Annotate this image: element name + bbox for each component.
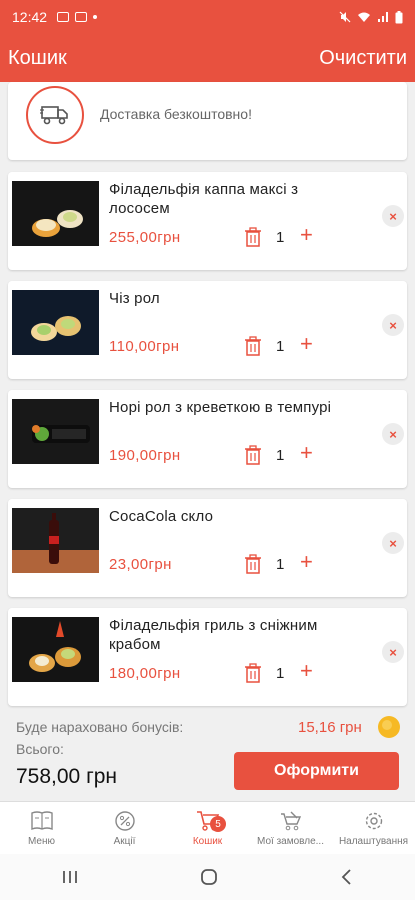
system-nav-bar (0, 854, 415, 900)
item-price: 190,00грн (109, 447, 181, 464)
remove-item-button[interactable]: × (382, 314, 404, 336)
home-icon[interactable] (200, 868, 218, 886)
settings-icon (365, 812, 382, 830)
nav-label: Кошик (192, 836, 223, 847)
item-price: 23,00грн (109, 556, 172, 573)
signal-icon (378, 12, 388, 22)
status-bar: 12:42 (0, 0, 415, 34)
image-icon (57, 12, 70, 22)
percent-icon (114, 811, 135, 831)
truck-icon-circle (26, 86, 84, 144)
item-price: 180,00грн (109, 665, 181, 682)
cart-item[interactable]: Філадельфія каппа максі з лососем 255,00… (8, 172, 407, 270)
message-icon (75, 12, 88, 22)
coin-icon (378, 716, 400, 738)
total-value: 758,00 грн (16, 765, 118, 788)
increase-quantity-button[interactable]: + (300, 551, 313, 573)
nav-menu[interactable]: Меню (0, 802, 83, 854)
nav-label: Меню (27, 836, 56, 847)
checkout-button[interactable]: Оформити (234, 752, 399, 790)
back-icon[interactable] (340, 868, 354, 886)
orders-icon (280, 811, 301, 831)
item-quantity: 1 (276, 556, 285, 573)
item-title: CocaCola скло (109, 508, 214, 525)
mute-icon (339, 11, 351, 23)
nav-my-orders[interactable]: Мої замовле... (249, 802, 332, 854)
item-quantity: 1 (276, 447, 285, 464)
item-quantity: 1 (276, 229, 285, 246)
remove-item-button[interactable]: × (382, 423, 404, 445)
item-title: Філадельфія гриль з сніжним крабом (109, 617, 318, 653)
remove-item-button[interactable]: × (382, 532, 404, 554)
cart-item[interactable]: Філадельфія гриль з сніжним крабом 180,0… (8, 608, 407, 706)
nav-label: Мої замовле... (257, 836, 324, 847)
order-summary: Буде нараховано бонусів: 15,16 грн Всьог… (0, 711, 415, 801)
page-title: Кошик (8, 46, 67, 69)
increase-quantity-button[interactable]: + (300, 442, 313, 464)
clear-cart-button[interactable]: Очистити (319, 47, 407, 70)
app-bar: Кошик Очистити (0, 34, 415, 82)
item-price: 255,00грн (109, 229, 181, 246)
recent-apps-icon[interactable] (61, 869, 79, 885)
remove-item-button[interactable]: × (382, 205, 404, 227)
trash-icon[interactable] (245, 227, 261, 247)
bonus-value: 15,16 грн (298, 719, 362, 736)
trash-icon[interactable] (245, 663, 261, 683)
nav-label: Налаштування (338, 836, 409, 847)
product-image (12, 290, 99, 355)
cart-count-badge: 5 (210, 816, 226, 832)
product-image (12, 617, 99, 682)
total-label: Всього: (16, 741, 64, 757)
remove-item-button[interactable]: × (382, 641, 404, 663)
delivery-text: Доставка безкоштовно! (100, 106, 252, 122)
nav-promotions[interactable]: Акції (83, 802, 166, 854)
item-title: Філадельфія каппа максі з лососем (109, 181, 299, 217)
bonus-label: Буде нараховано бонусів: (16, 719, 184, 735)
item-title: Норі рол з креветкою в темпурі (109, 399, 332, 416)
item-title: Чіз рол (109, 290, 160, 307)
truck-icon (40, 106, 68, 125)
bottom-nav: Меню Акції 5 Кошик Мої замовле... Налашт… (0, 801, 415, 854)
cart-item[interactable]: Чіз рол 110,00грн 1 + × (8, 281, 407, 379)
cart-item[interactable]: Норі рол з креветкою в темпурі 190,00грн… (8, 390, 407, 488)
wifi-icon (358, 12, 370, 22)
battery-icon (395, 10, 403, 23)
dot-icon (93, 15, 98, 19)
delivery-card: Доставка безкоштовно! (8, 82, 407, 160)
menu-book-icon (30, 811, 53, 831)
increase-quantity-button[interactable]: + (300, 660, 313, 682)
cart-item[interactable]: CocaCola скло 23,00грн 1 + × (8, 499, 407, 597)
product-image (12, 399, 99, 464)
item-quantity: 1 (276, 665, 285, 682)
increase-quantity-button[interactable]: + (300, 333, 313, 355)
product-image (12, 181, 99, 246)
item-price: 110,00грн (109, 338, 180, 355)
nav-cart[interactable]: 5 Кошик (166, 802, 249, 854)
product-image (12, 508, 99, 573)
trash-icon[interactable] (245, 445, 261, 465)
nav-settings[interactable]: Налаштування (332, 802, 415, 854)
status-time: 12:42 (12, 9, 48, 25)
increase-quantity-button[interactable]: + (300, 224, 313, 246)
item-quantity: 1 (276, 338, 285, 355)
nav-label: Акції (113, 836, 136, 847)
trash-icon[interactable] (245, 336, 261, 356)
trash-icon[interactable] (245, 554, 261, 574)
